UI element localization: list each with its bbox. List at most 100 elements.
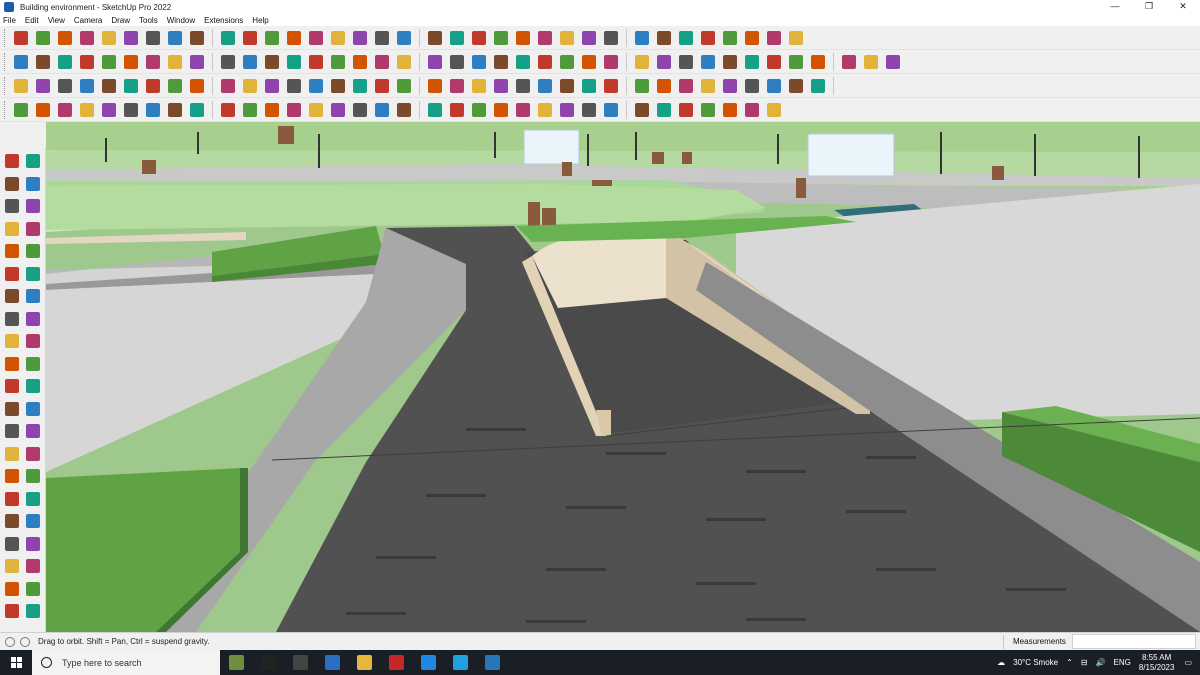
stairs-button[interactable] [490, 101, 511, 119]
walk-button[interactable] [578, 29, 599, 47]
pencil-small-tool[interactable] [23, 197, 43, 215]
polygon-small-tool[interactable] [23, 265, 43, 283]
solid-union-button[interactable] [76, 53, 97, 71]
square-list-button[interactable] [217, 77, 238, 95]
zoom-small-tool[interactable] [2, 490, 22, 508]
cube-green-button[interactable] [600, 77, 621, 95]
stair-button[interactable] [217, 101, 238, 119]
text-small-tool[interactable] [23, 422, 43, 440]
task-view-taskbar-button[interactable] [284, 650, 316, 675]
rings-button[interactable] [578, 53, 599, 71]
box-3d-button[interactable] [578, 77, 599, 95]
menu-draw[interactable]: Draw [111, 16, 130, 25]
select-tool[interactable] [2, 152, 22, 170]
orbit-active-tool[interactable] [2, 467, 22, 485]
cloud-button[interactable] [468, 53, 489, 71]
trim-button[interactable] [142, 53, 163, 71]
shell-button[interactable] [807, 53, 828, 71]
eraser-small-tool[interactable] [23, 175, 43, 193]
start-button[interactable] [0, 650, 32, 675]
menu-edit[interactable]: Edit [25, 16, 39, 25]
sketchup-taskbar-button[interactable] [476, 650, 508, 675]
rotated-rectangle-tool[interactable] [23, 242, 43, 260]
offset-button[interactable] [838, 53, 859, 71]
section-small-tool[interactable] [23, 557, 43, 575]
mirror-button[interactable] [785, 53, 806, 71]
cylinder-button[interactable] [239, 101, 260, 119]
grid-dark-button[interactable] [578, 101, 599, 119]
follow-me-small-tool[interactable] [23, 332, 43, 350]
3d-text-tool[interactable] [23, 445, 43, 463]
spiral-button[interactable] [490, 77, 511, 95]
material-button[interactable] [54, 53, 75, 71]
tape-small-tool[interactable] [2, 400, 22, 418]
menu-camera[interactable]: Camera [74, 16, 102, 25]
line-tool[interactable] [2, 220, 22, 238]
orbit-small-tool[interactable] [23, 152, 43, 170]
tag-button[interactable] [76, 77, 97, 95]
section-plane-button[interactable] [600, 29, 621, 47]
menu-tools[interactable]: Tools [139, 16, 158, 25]
taskbar-search[interactable]: Type here to search [32, 650, 220, 675]
pan-button[interactable] [349, 29, 370, 47]
hook-button[interactable] [120, 101, 141, 119]
tape-measure-button[interactable] [261, 29, 282, 47]
clock[interactable]: 8:55 AM 8/15/2023 [1139, 653, 1175, 673]
lattice-button[interactable] [631, 53, 652, 71]
grid-dots-button[interactable] [807, 77, 828, 95]
curve-dots-button[interactable] [32, 101, 53, 119]
push-pull-button[interactable] [142, 29, 163, 47]
dimension-tool[interactable] [23, 400, 43, 418]
tile-button[interactable] [76, 101, 97, 119]
grid-red-button[interactable] [675, 77, 696, 95]
offset-small-tool[interactable] [23, 377, 43, 395]
pencil-line-button[interactable] [76, 29, 97, 47]
rotate-orange-button[interactable] [164, 77, 185, 95]
zoom-window-tool[interactable] [23, 490, 43, 508]
warehouse-button[interactable] [217, 53, 238, 71]
toolbar-grip[interactable] [4, 52, 7, 71]
layers-yellow-button[interactable] [54, 77, 75, 95]
protractor-tool[interactable] [2, 422, 22, 440]
door-button[interactable] [239, 77, 260, 95]
oval-button[interactable] [446, 53, 467, 71]
axes-small-tool[interactable] [2, 445, 22, 463]
arc-button[interactable] [98, 29, 119, 47]
zoom-search-button[interactable] [10, 29, 31, 47]
ruler-button[interactable] [393, 53, 414, 71]
terrain-button[interactable] [653, 29, 674, 47]
cross-red-button[interactable] [327, 77, 348, 95]
leaf-button[interactable] [763, 101, 784, 119]
toolbar-grip[interactable] [4, 100, 7, 119]
pie-tool[interactable] [23, 287, 43, 305]
sandbox-alt-tool[interactable] [23, 580, 43, 598]
orbit-button[interactable] [327, 29, 348, 47]
pipe-button[interactable] [164, 101, 185, 119]
language-indicator[interactable]: ENG [1114, 658, 1131, 667]
circle-dashed-button[interactable] [763, 77, 784, 95]
plug-button[interactable] [675, 53, 696, 71]
star-button[interactable] [534, 77, 555, 95]
corner-button[interactable] [186, 101, 207, 119]
box-button[interactable] [32, 53, 53, 71]
stack-button[interactable] [490, 29, 511, 47]
square-red-button[interactable] [186, 77, 207, 95]
extrude-button[interactable] [741, 53, 762, 71]
component-small-tool[interactable] [2, 197, 22, 215]
close-button[interactable]: ✕ [1166, 0, 1200, 14]
cross-green-button[interactable] [349, 77, 370, 95]
help-icon[interactable] [5, 636, 15, 647]
menu-extensions[interactable]: Extensions [204, 16, 243, 25]
box-pink-button[interactable] [631, 77, 652, 95]
hook-red-button[interactable] [468, 101, 489, 119]
acrobat-taskbar-button[interactable] [380, 650, 412, 675]
arch-button[interactable] [142, 77, 163, 95]
x-blue-button[interactable] [371, 77, 392, 95]
toolbar-grip[interactable] [4, 76, 7, 95]
drape-tool[interactable] [23, 602, 43, 620]
menu-window[interactable]: Window [167, 16, 195, 25]
loops-button[interactable] [600, 53, 621, 71]
box-orange-button[interactable] [261, 77, 282, 95]
split-button[interactable] [164, 53, 185, 71]
twist-button[interactable] [393, 101, 414, 119]
